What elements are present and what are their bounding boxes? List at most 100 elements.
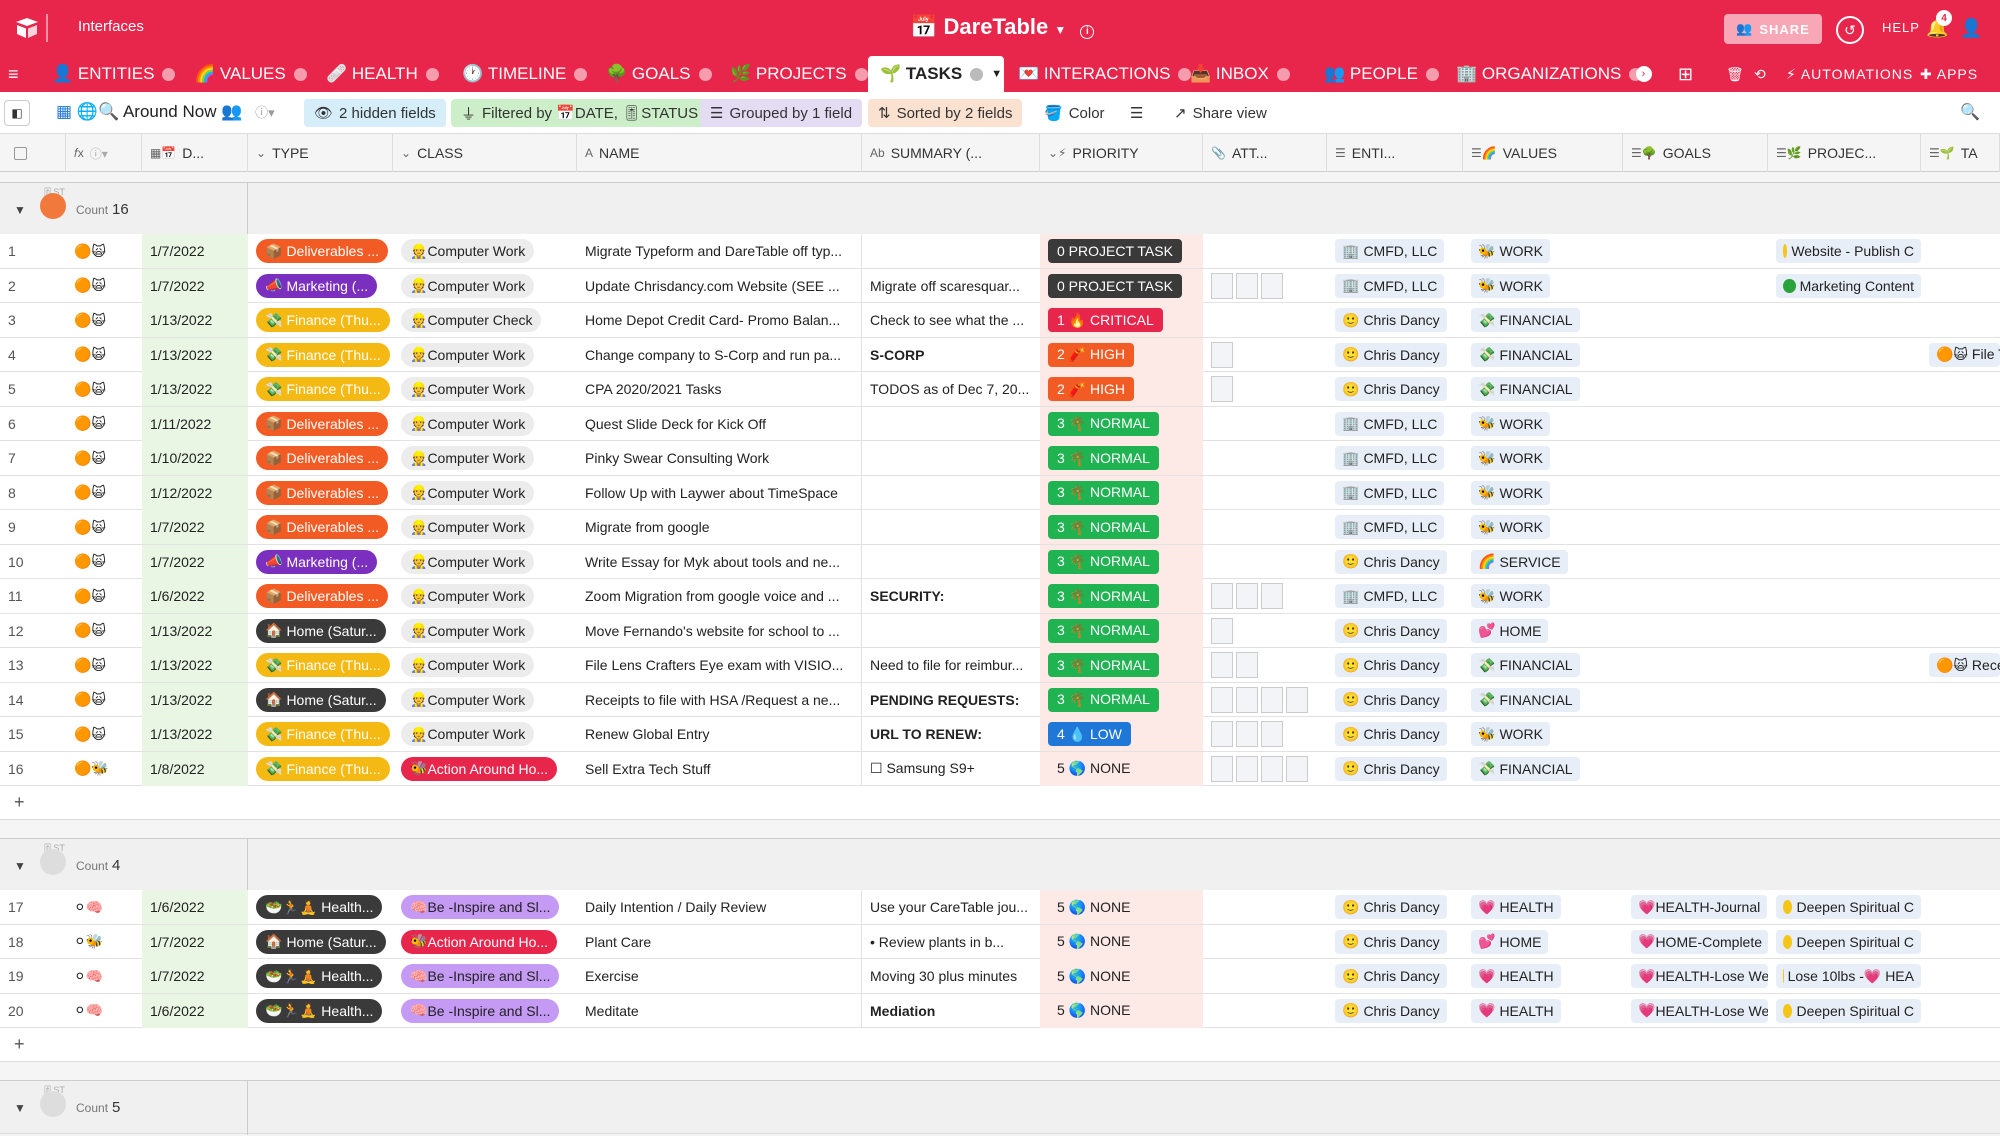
add-icon[interactable]: +	[14, 1034, 25, 1055]
column-header-entities[interactable]: ☰ ENTI...	[1327, 134, 1463, 172]
date-cell[interactable]: 1/11/2022	[142, 406, 248, 441]
tab-health[interactable]: 🩹 HEALTH	[314, 56, 439, 92]
chevron-down-icon[interactable]: ▼	[14, 859, 26, 873]
priority-cell[interactable]: 5 🌎 NONE	[1040, 924, 1203, 959]
entity-cell[interactable]: 🙂 Chris Dancy	[1327, 890, 1463, 924]
tab-goals[interactable]: 🌳 GOALS	[594, 56, 712, 92]
name-cell[interactable]: Migrate from google	[577, 510, 862, 544]
value-cell[interactable]: 💸 FINANCIAL	[1463, 303, 1623, 337]
priority-cell[interactable]: 3 🌴 NORMAL	[1040, 475, 1203, 510]
attachments-cell[interactable]	[1203, 717, 1327, 751]
attachment-thumbnail[interactable]	[1211, 341, 1233, 368]
info-icon[interactable]	[1276, 67, 1290, 81]
type-cell[interactable]: 📦 Deliverables ...	[248, 476, 393, 510]
value-cell[interactable]: 🐝 WORK	[1463, 269, 1623, 303]
name-cell[interactable]: Change company to S-Corp and run pa...	[577, 337, 862, 372]
date-cell[interactable]: 1/7/2022	[142, 510, 248, 544]
value-link-chip[interactable]: 💕 HOME	[1471, 929, 1549, 954]
project-cell[interactable]: Deepen Spiritual C	[1768, 890, 1921, 924]
class-cell[interactable]: 🧠 Be -Inspire and Sl...	[393, 994, 577, 1028]
date-cell[interactable]: 1/10/2022	[142, 441, 248, 475]
table-row[interactable]: 16 🟠🐝 1/8/2022 💸 Finance (Thu... 🐝 Action Aro…	[0, 751, 2000, 786]
class-cell[interactable]: 👷 Computer Work	[393, 614, 577, 648]
task-link-cell[interactable]	[1921, 372, 2000, 406]
project-link-chip[interactable]: Website - Publish C	[1776, 239, 1921, 263]
table-row[interactable]: 14 🟠🙀 1/13/2022 🏠 Home (Satur... 👷 Computer W…	[0, 682, 2000, 717]
attachment-thumbnail[interactable]	[1286, 686, 1308, 713]
priority-cell[interactable]: 4 💧 LOW	[1040, 717, 1203, 751]
goal-cell[interactable]: 💗 HEALTH-Lose We	[1623, 959, 1768, 993]
goal-cell[interactable]	[1623, 545, 1768, 579]
name-cell[interactable]: Plant Care	[577, 924, 862, 959]
priority-cell[interactable]: 3 🌴 NORMAL	[1040, 510, 1203, 544]
value-link-chip[interactable]: 🐝 WORK	[1471, 584, 1550, 608]
share-view-button[interactable]: ↗ Share view	[1164, 99, 1277, 127]
attachments-cell[interactable]	[1203, 959, 1327, 993]
value-cell[interactable]: 💸 FINANCIAL	[1463, 683, 1623, 717]
name-cell[interactable]: Write Essay for Myk about tools and ne..…	[577, 544, 862, 579]
date-cell[interactable]: 1/6/2022	[142, 579, 248, 613]
goal-cell[interactable]	[1623, 372, 1768, 406]
value-cell[interactable]: 💸 FINANCIAL	[1463, 648, 1623, 682]
apps-button[interactable]: ✚ APPS	[1920, 56, 1978, 92]
task-link-cell[interactable]: 🟠🙀 Rece	[1921, 648, 2000, 682]
value-link-chip[interactable]: 🐝 WORK	[1471, 480, 1550, 505]
attachments-cell[interactable]	[1203, 510, 1327, 544]
row-number[interactable]: 1	[0, 234, 66, 268]
date-cell[interactable]: 1/13/2022	[142, 717, 248, 751]
row-number[interactable]: 6	[0, 407, 66, 441]
attachment-thumbnail[interactable]	[1211, 652, 1233, 678]
priority-cell[interactable]: 0 PROJECT TASK	[1040, 268, 1203, 303]
airtable-logo-icon[interactable]	[14, 16, 40, 40]
goal-cell[interactable]	[1623, 614, 1768, 648]
task-link-cell[interactable]	[1921, 959, 2000, 993]
name-cell[interactable]: Update Chrisdancy.com Website (SEE ...	[577, 268, 862, 303]
info-icon[interactable]: i	[1080, 25, 1095, 39]
value-cell[interactable]: 💗 HEALTH	[1463, 890, 1623, 924]
value-cell[interactable]: 💕 HOME	[1463, 614, 1623, 648]
info-icon[interactable]	[970, 67, 984, 81]
name-cell[interactable]: Meditate	[577, 993, 862, 1028]
summary-cell[interactable]: SECURITY:	[862, 579, 1040, 613]
value-link-chip[interactable]: 💸 FINANCIAL	[1471, 687, 1580, 712]
tab-timeline[interactable]: 🕐 TIMELINE	[450, 56, 588, 92]
entity-link-chip[interactable]: 🙂 Chris Dancy	[1335, 929, 1447, 954]
attachments-cell[interactable]	[1203, 234, 1327, 268]
automations-button[interactable]: ⚡ AUTOMATIONS	[1786, 56, 1913, 92]
info-icon[interactable]	[162, 67, 176, 81]
add-record-row[interactable]: +	[0, 786, 2000, 820]
column-header-class[interactable]: ⌄ CLASS	[393, 134, 577, 172]
summary-cell[interactable]: Need to file for reimbur...	[862, 648, 1040, 682]
filter-button[interactable]: ⏚ Filtered by 📅 DATE, 🎚 STATUS	[451, 99, 709, 127]
entity-link-chip[interactable]: 🏢 CMFD, LLC	[1335, 480, 1445, 505]
entity-cell[interactable]: 🏢 CMFD, LLC	[1327, 510, 1463, 544]
summary-cell[interactable]	[862, 614, 1040, 648]
value-cell[interactable]: 🐝 WORK	[1463, 407, 1623, 441]
entity-link-chip[interactable]: 🏢 CMFD, LLC	[1335, 515, 1445, 539]
priority-cell[interactable]: 2 🧨 HIGH	[1040, 372, 1203, 406]
attachments-cell[interactable]	[1203, 441, 1327, 475]
attachments-cell[interactable]	[1203, 648, 1327, 682]
priority-cell[interactable]: 3 🌴 NORMAL	[1040, 441, 1203, 475]
task-link-cell[interactable]	[1921, 269, 2000, 303]
info-icon[interactable]	[293, 67, 307, 81]
row-number[interactable]: 2	[0, 269, 66, 303]
entity-cell[interactable]: 🙂 Chris Dancy	[1327, 925, 1463, 959]
name-cell[interactable]: Renew Global Entry	[577, 717, 862, 751]
status-cell[interactable]: 🟠🙀	[66, 234, 142, 268]
value-cell[interactable]: 🐝 WORK	[1463, 476, 1623, 510]
sort-button[interactable]: ⇅ Sorted by 2 fields	[868, 99, 1023, 127]
entity-cell[interactable]: 🙂 Chris Dancy	[1327, 648, 1463, 682]
project-cell[interactable]	[1768, 717, 1921, 751]
project-link-chip[interactable]: Deepen Spiritual C	[1776, 895, 1921, 919]
attachments-cell[interactable]	[1203, 476, 1327, 510]
value-link-chip[interactable]: 🐝 WORK	[1471, 239, 1550, 263]
goal-cell[interactable]	[1623, 441, 1768, 475]
name-cell[interactable]: Sell Extra Tech Stuff	[577, 751, 862, 786]
row-number[interactable]: 13	[0, 648, 66, 682]
summary-cell[interactable]: S-CORP	[862, 338, 1040, 372]
date-cell[interactable]: 1/13/2022	[142, 682, 248, 717]
attachment-thumbnail[interactable]	[1261, 583, 1283, 609]
goal-link-chip[interactable]: 💗 HEALTH-Journal	[1631, 895, 1768, 919]
date-cell[interactable]: 1/7/2022	[142, 924, 248, 959]
